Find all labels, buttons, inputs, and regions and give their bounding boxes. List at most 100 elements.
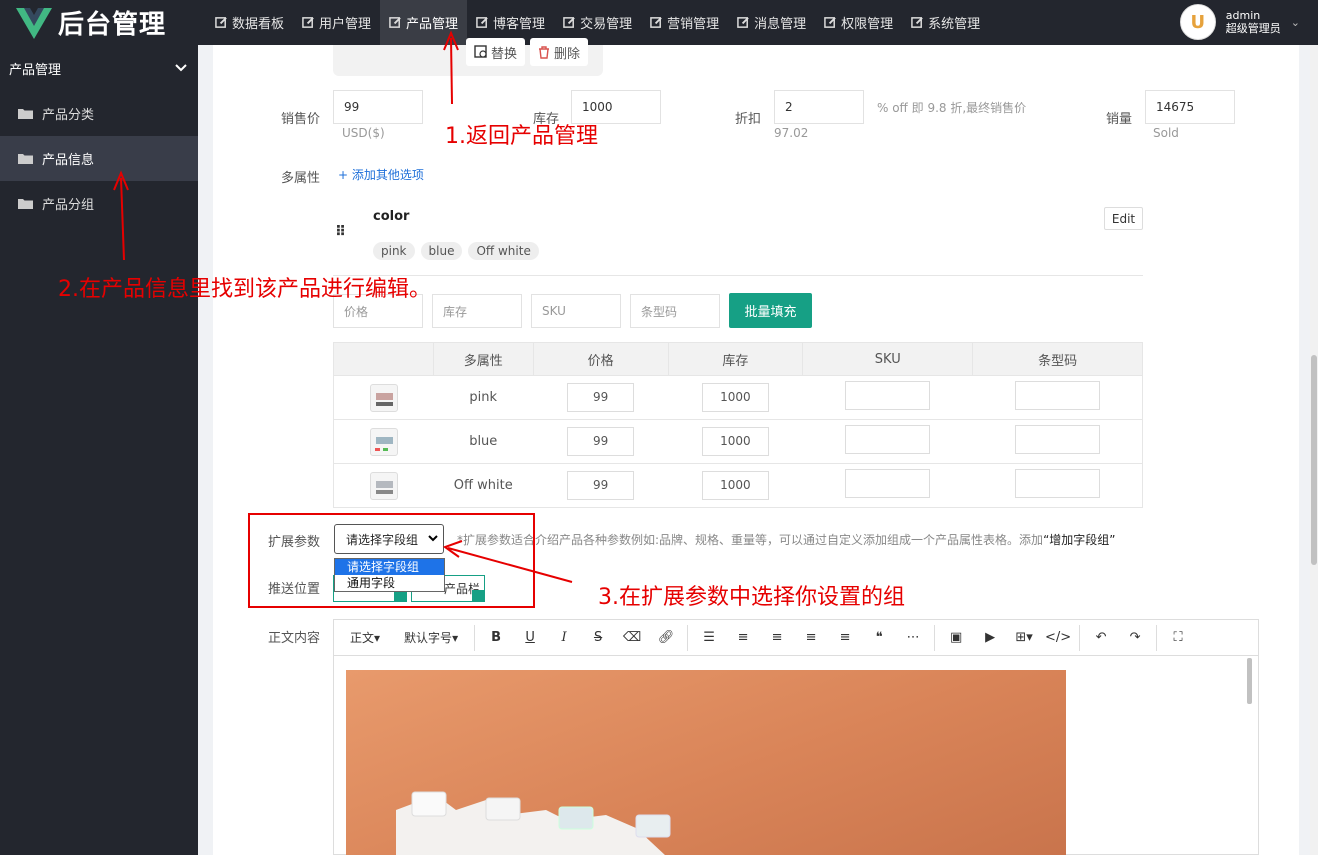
sidebar-item-category[interactable]: 产品分类 (0, 91, 198, 136)
toolbar-divider (687, 624, 689, 651)
toolbar-divider (1079, 624, 1081, 651)
barcode-cell (972, 419, 1143, 464)
variant-stock-input[interactable]: 1000 (701, 383, 769, 412)
scrollbar-thumb[interactable] (1311, 355, 1317, 565)
toolbar-divider (474, 624, 476, 651)
variant-image[interactable] (369, 471, 398, 500)
extension-hint: *扩展参数适合介绍产品各种参数例如:品牌、规格、重量等，可以通过自定义添加组成一… (457, 531, 1116, 548)
batch-stock-input[interactable]: 库存 (432, 294, 522, 328)
variant-stock-input[interactable]: 1000 (701, 427, 769, 456)
variant-price-input[interactable]: 99 (567, 471, 635, 500)
nav-system[interactable]: 系统管理 (902, 0, 989, 45)
toolbar-divider (1156, 624, 1158, 651)
sku-cell (802, 375, 973, 420)
nav-products[interactable]: 产品管理 (380, 0, 468, 45)
variant-image[interactable] (369, 427, 398, 456)
attribute-group-name: color (373, 209, 410, 224)
page-scrollbar[interactable] (1310, 45, 1318, 855)
price-cell: 99 (533, 419, 669, 464)
variant-sku-input[interactable] (845, 425, 931, 454)
video-icon[interactable]: ▶ (973, 620, 1007, 656)
italic-icon[interactable]: I (547, 620, 581, 656)
highlight-box (248, 513, 535, 608)
attribute-tags: pink blue Off white (373, 242, 545, 260)
variant-stock-input[interactable]: 1000 (701, 471, 769, 500)
editor-scrollbar[interactable] (1247, 658, 1252, 704)
content-image[interactable] (346, 670, 1066, 855)
nav-permissions[interactable]: 权限管理 (815, 0, 902, 45)
link-icon[interactable]: 🔗︎ (649, 620, 683, 656)
attribute-tag: pink (373, 242, 415, 260)
attribute-tag: blue (420, 242, 463, 260)
table-icon[interactable]: ⊞▾ (1007, 620, 1041, 656)
folder-icon (18, 109, 33, 119)
user-menu[interactable]: U admin 超级管理员 ⌄ (1179, 4, 1300, 40)
variant-price-input[interactable]: 99 (567, 383, 635, 412)
variant-price-input[interactable]: 99 (567, 427, 635, 456)
edit-attribute-button[interactable]: Edit (1104, 207, 1143, 230)
brand-title: 后台管理 (58, 10, 167, 40)
nav-marketing[interactable]: 营销管理 (641, 0, 728, 45)
insert-image-icon[interactable]: ▣ (939, 620, 973, 656)
format-dropdown[interactable]: 正文 ▾ (338, 620, 392, 656)
variant-barcode-input[interactable] (1014, 425, 1100, 454)
edit-icon (650, 17, 662, 28)
sku-table: 多属性 价格 库存 SKU 条型码 pink 99 1000 blue 99 1… (333, 342, 1143, 508)
code-icon[interactable]: </> (1041, 620, 1075, 656)
nav-label: 权限管理 (841, 17, 894, 32)
price-input[interactable]: 99 (333, 90, 423, 124)
batch-barcode-input[interactable]: 条型码 (630, 294, 720, 328)
nav-dashboard[interactable]: 数据看板 (206, 0, 293, 45)
nav-users[interactable]: 用户管理 (293, 0, 380, 45)
rich-text-editor[interactable]: 正文 ▾ 默认字号 ▾ B U I S ⌫ 🔗︎ ☰ ≡ ≡ ≡ ≡ ❝ ⋯ ▣… (333, 619, 1259, 855)
variant-image-cell (333, 375, 434, 420)
horizontal-rule-icon[interactable]: ⋯ (896, 620, 930, 656)
variant-sku-input[interactable] (845, 469, 931, 498)
drag-handle-icon[interactable]: ⠿ (335, 224, 349, 244)
sku-cell (802, 419, 973, 464)
variant-barcode-input[interactable] (1014, 469, 1100, 498)
variant-name: blue (433, 419, 534, 464)
discount-input[interactable]: 2 (774, 90, 864, 124)
chevron-down-icon[interactable]: ⌄ (1291, 16, 1300, 29)
eraser-icon[interactable]: ⌫ (615, 620, 649, 656)
underline-icon[interactable]: U (513, 620, 547, 656)
variant-barcode-input[interactable] (1014, 381, 1100, 410)
bold-icon[interactable]: B (479, 620, 513, 656)
sidebar-item-group[interactable]: 产品分组 (0, 181, 198, 226)
content-label: 正文内容 (268, 631, 321, 646)
attribute-tag: Off white (468, 242, 539, 260)
align-left-icon[interactable]: ≡ (760, 620, 794, 656)
sidebar-item-label: 产品分类 (42, 108, 95, 123)
quote-icon[interactable]: ❝ (862, 620, 896, 656)
align-right-icon[interactable]: ≡ (794, 620, 828, 656)
align-center-icon[interactable]: ≡ (828, 620, 862, 656)
bullet-list-icon[interactable]: ☰ (692, 620, 726, 656)
numbered-list-icon[interactable]: ≡ (726, 620, 760, 656)
variant-sku-input[interactable] (845, 381, 931, 410)
sidebar-section-header[interactable]: 产品管理 (0, 45, 198, 91)
batch-fill-button[interactable]: 批量填充 (729, 293, 812, 328)
sidebar: 产品管理 产品分类 产品信息 产品分组 (0, 45, 198, 855)
replace-button[interactable]: 替换 (466, 38, 526, 66)
avatar[interactable]: U (1179, 4, 1216, 40)
delete-button[interactable]: 删除 (530, 38, 589, 66)
redo-icon[interactable]: ↷ (1118, 620, 1152, 656)
strikethrough-icon[interactable]: S (581, 620, 615, 656)
nav-messages[interactable]: 消息管理 (728, 0, 815, 45)
variant-image[interactable] (369, 383, 398, 412)
batch-sku-input[interactable]: SKU (531, 294, 621, 328)
fullscreen-icon[interactable]: ⛶ (1161, 620, 1195, 656)
undo-icon[interactable]: ↶ (1084, 620, 1118, 656)
sidebar-item-product-info[interactable]: 产品信息 (0, 136, 198, 181)
logo[interactable]: 后台管理 (0, 0, 198, 45)
folder-icon (18, 199, 33, 209)
sidebar-item-label: 产品信息 (42, 153, 95, 168)
font-size-dropdown[interactable]: 默认字号 ▾ (392, 620, 470, 656)
add-option-link[interactable]: + 添加其他选项 (338, 166, 424, 183)
sales-input[interactable]: 14675 (1145, 90, 1235, 124)
table-header-image (333, 342, 434, 376)
add-option-label: 添加其他选项 (351, 168, 424, 182)
nav-label: 消息管理 (754, 17, 807, 32)
add-field-group-link[interactable]: “增加字段组” (1043, 533, 1115, 547)
